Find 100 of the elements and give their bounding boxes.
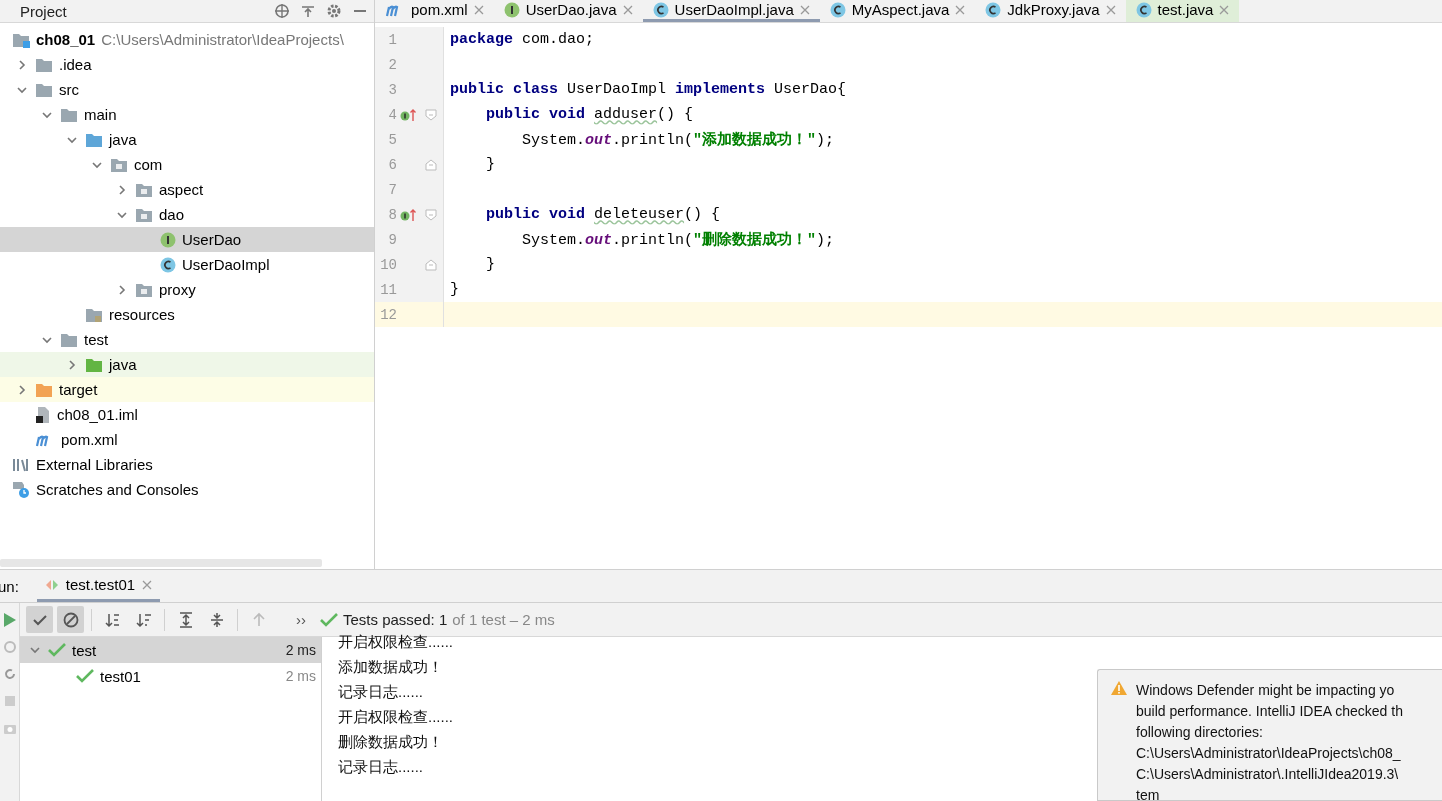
implements-icon[interactable] [400, 107, 418, 122]
notification-text: tem [1136, 786, 1161, 801]
tree-item[interactable]: proxy [0, 277, 374, 302]
sort-icon [135, 611, 152, 628]
refresh-icon[interactable] [3, 667, 16, 681]
package-icon [110, 156, 128, 173]
close-icon[interactable] [1219, 4, 1230, 15]
tree-item[interactable]: java [0, 127, 374, 152]
editor-tab[interactable]: MyAspect.java [819, 0, 976, 22]
tree-item-label: pom.xml [61, 431, 118, 448]
close-icon[interactable] [955, 4, 966, 15]
console-line: 添加数据成功！ [338, 657, 443, 677]
tree-item-label: java [109, 356, 137, 373]
tree-item-label: test [84, 331, 109, 348]
test-item[interactable]: test 2 ms [20, 637, 321, 663]
expand-all-icon [177, 611, 194, 628]
close-icon[interactable] [622, 4, 633, 15]
tree-item[interactable]: ch08_01.iml [0, 402, 374, 427]
tree-item[interactable]: aspect [0, 177, 374, 202]
class-icon [829, 1, 846, 18]
tree-item[interactable]: ch08_01 C:\Users\Administrator\IdeaProjects\ [0, 27, 374, 52]
tree-item[interactable]: src [0, 77, 374, 102]
tree-item-label: resources [109, 306, 175, 323]
collapse-icon[interactable] [300, 3, 316, 19]
horizontal-scrollbar[interactable] [0, 559, 322, 567]
line-number: 8 [387, 206, 397, 223]
editor-tab[interactable]: UserDao.java [493, 0, 643, 22]
test-item[interactable]: test01 2 ms [20, 663, 321, 689]
tree-item-label: ch08_01 [36, 31, 96, 48]
code-line: public class UserDaoImpl implements UserDao{ [449, 81, 847, 98]
folder-icon [35, 56, 53, 73]
test-name: test [72, 641, 98, 659]
line-number: 5 [387, 131, 397, 148]
tree-item[interactable]: target [0, 377, 374, 402]
toolbar-button[interactable] [26, 606, 53, 633]
tree-item[interactable]: pom.xml [0, 427, 374, 452]
close-icon[interactable] [142, 579, 153, 590]
close-icon[interactable] [473, 4, 484, 15]
console-line: 开启权限检查...... [338, 707, 453, 727]
tree-item[interactable]: External Libraries [0, 452, 374, 477]
close-icon[interactable] [1105, 4, 1116, 15]
folder-icon [85, 356, 103, 373]
line-number: 3 [387, 81, 397, 98]
class-icon [1135, 1, 1152, 18]
editor-tab[interactable]: JdkProxy.java [975, 0, 1126, 22]
notification-text: C:\Users\Administrator\IdeaProjects\ch08_ [1136, 744, 1402, 763]
class-icon [160, 256, 176, 273]
code-line: public void adduser() { [485, 106, 694, 123]
folder-icon [60, 106, 78, 123]
run-config-icon [44, 577, 59, 592]
close-icon[interactable] [799, 4, 810, 15]
tree-item-label: main [84, 106, 117, 123]
run-icon[interactable] [3, 613, 16, 627]
tree-item-label: ch08_01.iml [57, 406, 138, 423]
tree-item[interactable]: dao [0, 202, 374, 227]
tree-item[interactable]: com [0, 152, 374, 177]
settings-icon[interactable] [326, 3, 342, 19]
code-line: } [485, 156, 495, 173]
test-duration: 2 ms [285, 668, 316, 684]
tree-item[interactable]: UserDao [0, 227, 374, 252]
notification-text: C:\Users\Administrator\.IntelliJIdea2019.3\ [1136, 765, 1400, 784]
scratches-icon [12, 480, 30, 499]
notification-text: following directories: [1136, 723, 1264, 742]
line-number: 7 [387, 181, 397, 198]
code-line: package com.dao; [449, 31, 595, 48]
tree-item-label: External Libraries [36, 456, 153, 473]
tree-item[interactable]: main [0, 102, 374, 127]
editor-tab[interactable]: UserDaoImpl.java [642, 0, 820, 22]
tree-item[interactable]: java [0, 352, 374, 377]
folder-icon [35, 381, 53, 398]
console-line: 删除数据成功！ [338, 732, 443, 752]
folder-icon [60, 331, 78, 348]
toolbar-button[interactable] [57, 606, 84, 633]
tree-item[interactable]: Scratches and Consoles [0, 477, 374, 502]
console-line: 记录日志...... [338, 757, 423, 777]
panel-title[interactable]: Project [20, 2, 264, 20]
test-duration: 2 ms [285, 642, 316, 658]
editor-tab[interactable]: pom.xml [375, 0, 494, 22]
tree-item[interactable]: .idea [0, 52, 374, 77]
tree-item[interactable]: resources [0, 302, 374, 327]
line-number: 11 [379, 281, 397, 298]
tree-item[interactable]: test [0, 327, 374, 352]
class-icon [985, 1, 1002, 18]
tree-item[interactable]: UserDaoImpl [0, 252, 374, 277]
package-icon [135, 206, 153, 223]
tree-item-label: proxy [159, 281, 196, 298]
implements-icon[interactable] [400, 207, 418, 222]
tree-item-label: target [59, 381, 98, 398]
passed-check-icon [48, 643, 66, 657]
test-name: test01 [100, 667, 142, 685]
editor-tab[interactable]: test.java [1125, 0, 1240, 22]
package-icon [135, 181, 153, 198]
passed-check-icon [320, 612, 338, 627]
tree-item-label: java [109, 131, 137, 148]
more-button[interactable]: ›› [296, 611, 306, 628]
file-icon [35, 405, 51, 424]
target-icon[interactable] [274, 3, 290, 19]
passed-check-icon [76, 669, 94, 683]
project-path: C:\Users\Administrator\IdeaProjects\ [101, 31, 344, 48]
interface-icon [503, 1, 520, 18]
